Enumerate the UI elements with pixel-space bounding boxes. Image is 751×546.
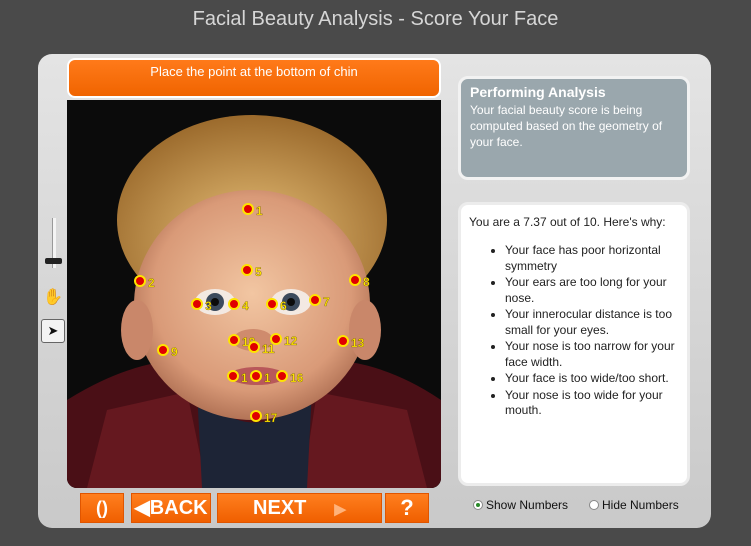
show-numbers-option[interactable]: Show Numbers	[473, 498, 568, 512]
hide-numbers-option[interactable]: Hide Numbers	[589, 498, 679, 512]
svg-text:12: 12	[284, 334, 298, 348]
results-box: You are a 7.37 out of 10. Here's why: Yo…	[458, 202, 690, 486]
face-photo-canvas[interactable]: 1 2 3 4 5 6 7 8 9 10 11 12 13 1 1 16 17	[67, 100, 441, 488]
reason-item: Your nose is too wide for your mouth.	[505, 388, 679, 419]
reason-item: Your face has poor horizontal symmetry	[505, 243, 679, 274]
analysis-body: Your facial beauty score is being comput…	[470, 103, 663, 149]
svg-text:6: 6	[280, 299, 287, 313]
svg-text:3: 3	[205, 299, 212, 313]
instruction-bar: Place the point at the bottom of chin	[67, 58, 441, 98]
next-arrow-icon: ▶	[334, 501, 346, 518]
hide-numbers-label: Hide Numbers	[602, 498, 679, 512]
instruction-text: Place the point at the bottom of chin	[150, 64, 358, 79]
svg-text:8: 8	[363, 275, 370, 289]
face-shape	[134, 190, 370, 420]
reason-item: Your ears are too long for your nose.	[505, 275, 679, 306]
reason-item: Your innerocular distance is too small f…	[505, 307, 679, 338]
svg-text:17: 17	[264, 411, 278, 425]
reset-button[interactable]: ()	[80, 493, 124, 523]
hand-icon[interactable]: ✋	[43, 288, 63, 308]
page-title: Facial Beauty Analysis - Score Your Face	[192, 8, 559, 30]
help-button[interactable]: ?	[385, 493, 429, 523]
reason-item: Your face is too wide/too short.	[505, 371, 679, 387]
svg-text:1: 1	[264, 371, 271, 385]
show-numbers-radio[interactable]	[473, 500, 483, 510]
zoom-slider-handle[interactable]	[45, 258, 62, 264]
face-photo[interactable]: 1 2 3 4 5 6 7 8 9 10 11 12 13 1 1 16 17	[67, 100, 441, 488]
pointer-arrow-icon[interactable]: ➤	[41, 319, 65, 343]
analysis-status-box: Performing Analysis Your facial beauty s…	[458, 76, 690, 180]
back-button[interactable]: ◀BACK	[131, 493, 211, 523]
next-label: NEXT	[253, 497, 307, 519]
svg-text:1: 1	[256, 204, 263, 218]
analysis-title: Performing Analysis	[470, 84, 606, 100]
next-button[interactable]: NEXT ▶	[217, 493, 382, 523]
svg-text:2: 2	[148, 276, 155, 290]
hide-numbers-radio[interactable]	[589, 500, 599, 510]
score-text: You are a 7.37 out of 10. Here's why:	[469, 215, 666, 229]
svg-text:4: 4	[242, 299, 249, 313]
reason-item: Your nose is too narrow for your face wi…	[505, 339, 679, 370]
svg-text:5: 5	[255, 265, 262, 279]
reasons-list: Your face has poor horizontal symmetry Y…	[469, 243, 679, 419]
show-numbers-label: Show Numbers	[486, 498, 569, 512]
svg-text:9: 9	[171, 345, 178, 359]
svg-text:16: 16	[290, 371, 304, 385]
svg-text:13: 13	[351, 336, 365, 350]
svg-text:1: 1	[241, 371, 248, 385]
svg-text:7: 7	[323, 295, 330, 309]
